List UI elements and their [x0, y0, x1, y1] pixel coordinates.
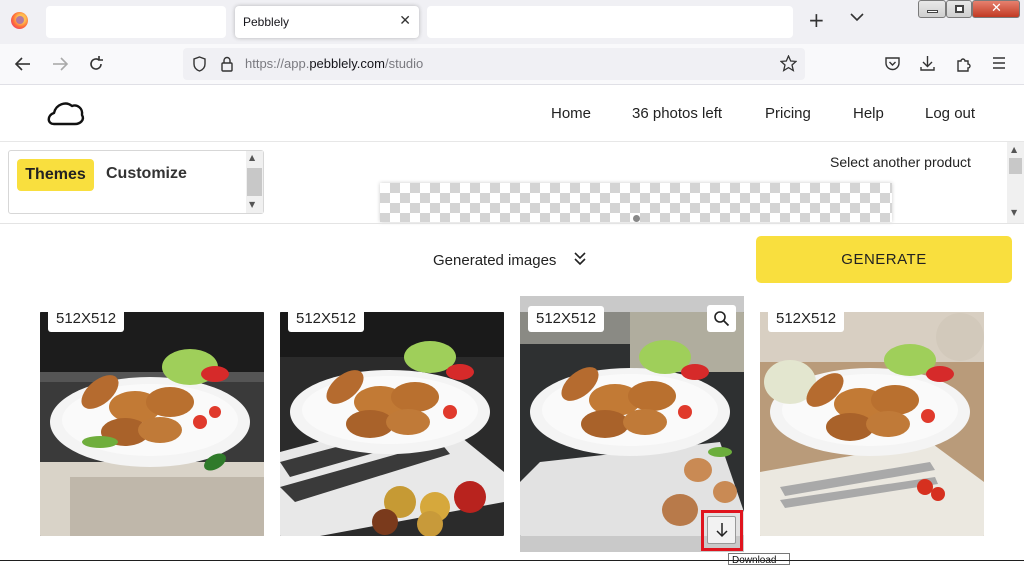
generated-image-4[interactable] — [760, 312, 984, 536]
image-size-badge: 512X512 — [48, 306, 125, 332]
customize-button[interactable]: Customize — [106, 165, 187, 183]
magnifier-search-icon — [714, 311, 730, 327]
nav-photos-left[interactable]: 36 photos left — [632, 105, 722, 122]
url-domain: pebblely.com — [309, 56, 385, 71]
nav-home[interactable]: Home — [551, 105, 591, 122]
generated-image-3[interactable] — [520, 312, 744, 536]
downloads-icon[interactable] — [919, 55, 936, 72]
zoom-image-button[interactable] — [707, 305, 736, 332]
url-path: /studio — [384, 56, 424, 71]
section-divider — [0, 223, 1024, 224]
browser-tab-bar: Pebblely ✕ + ✕ — [0, 0, 1024, 44]
page-scrollbar[interactable]: ▲ ▼ — [1007, 142, 1024, 224]
image-size-badge: 512X512 — [288, 306, 365, 332]
lock-icon[interactable] — [220, 56, 234, 72]
chicken-plate-image — [520, 312, 744, 536]
generated-images-label[interactable]: Generated images — [433, 252, 556, 269]
generated-image-2[interactable] — [280, 312, 504, 536]
scroll-up-arrow-icon[interactable]: ▲ — [1011, 145, 1017, 154]
pebblely-logo-icon[interactable] — [46, 98, 86, 128]
generate-button[interactable]: GENERATE — [756, 236, 1012, 283]
browser-tab-active[interactable]: Pebblely ✕ — [235, 6, 419, 38]
pocket-icon[interactable] — [884, 55, 901, 72]
firefox-logo-icon — [11, 12, 28, 29]
shield-icon[interactable] — [192, 56, 207, 72]
scrollbar-thumb[interactable] — [247, 168, 262, 196]
url-text[interactable]: https://app.pebblely.com/studio — [245, 56, 423, 71]
generated-image-1[interactable] — [40, 312, 264, 536]
forward-arrow-icon[interactable] — [51, 55, 69, 73]
menu-hamburger-icon[interactable] — [991, 55, 1007, 71]
image-size-badge: 512X512 — [768, 306, 845, 332]
restore-window-button[interactable] — [946, 0, 972, 18]
new-tab-plus-icon[interactable]: + — [808, 10, 825, 30]
tab-title: Pebblely — [243, 15, 290, 29]
close-window-button[interactable]: ✕ — [972, 0, 1020, 18]
chicken-plate-image — [760, 312, 984, 536]
download-image-button[interactable] — [707, 516, 736, 544]
close-tab-icon[interactable]: ✕ — [399, 13, 411, 29]
scroll-down-arrow-icon[interactable]: ▼ — [249, 200, 255, 209]
bookmark-star-icon[interactable] — [780, 55, 797, 72]
download-tooltip: Download — [728, 553, 790, 565]
navigation-toolbar: https://app.pebblely.com/studio — [0, 44, 1024, 85]
browser-tab[interactable] — [427, 6, 793, 38]
select-another-product-link[interactable]: Select another product — [830, 154, 971, 170]
nav-pricing[interactable]: Pricing — [765, 105, 811, 122]
themes-button[interactable]: Themes — [17, 159, 94, 191]
themes-panel: Themes Customize ▲ ▼ — [8, 150, 264, 214]
download-arrow-icon — [716, 523, 728, 538]
double-chevron-down-icon[interactable] — [573, 250, 587, 266]
scroll-down-arrow-icon[interactable]: ▼ — [1011, 208, 1017, 217]
nav-help[interactable]: Help — [853, 105, 884, 122]
scrollbar-thumb[interactable] — [1009, 158, 1022, 174]
back-arrow-icon[interactable] — [14, 55, 32, 73]
chicken-plate-image — [280, 312, 504, 536]
panel-scrollbar[interactable]: ▲ ▼ — [246, 151, 263, 213]
extensions-puzzle-icon[interactable] — [955, 55, 973, 73]
list-all-tabs-chevron-icon[interactable] — [850, 12, 864, 22]
browser-tab[interactable] — [46, 6, 226, 38]
scroll-up-arrow-icon[interactable]: ▲ — [249, 153, 255, 162]
nav-log-out[interactable]: Log out — [925, 105, 975, 122]
chicken-plate-image — [40, 312, 264, 536]
url-prefix: https://app. — [245, 56, 310, 71]
reload-icon[interactable] — [87, 55, 105, 73]
minimize-window-button[interactable] — [918, 0, 946, 18]
image-size-badge: 512X512 — [528, 306, 605, 332]
carousel-dot[interactable] — [633, 215, 640, 222]
site-header: Home 36 photos left Pricing Help Log out — [0, 86, 1024, 142]
address-bar[interactable]: https://app.pebblely.com/studio — [183, 48, 805, 80]
